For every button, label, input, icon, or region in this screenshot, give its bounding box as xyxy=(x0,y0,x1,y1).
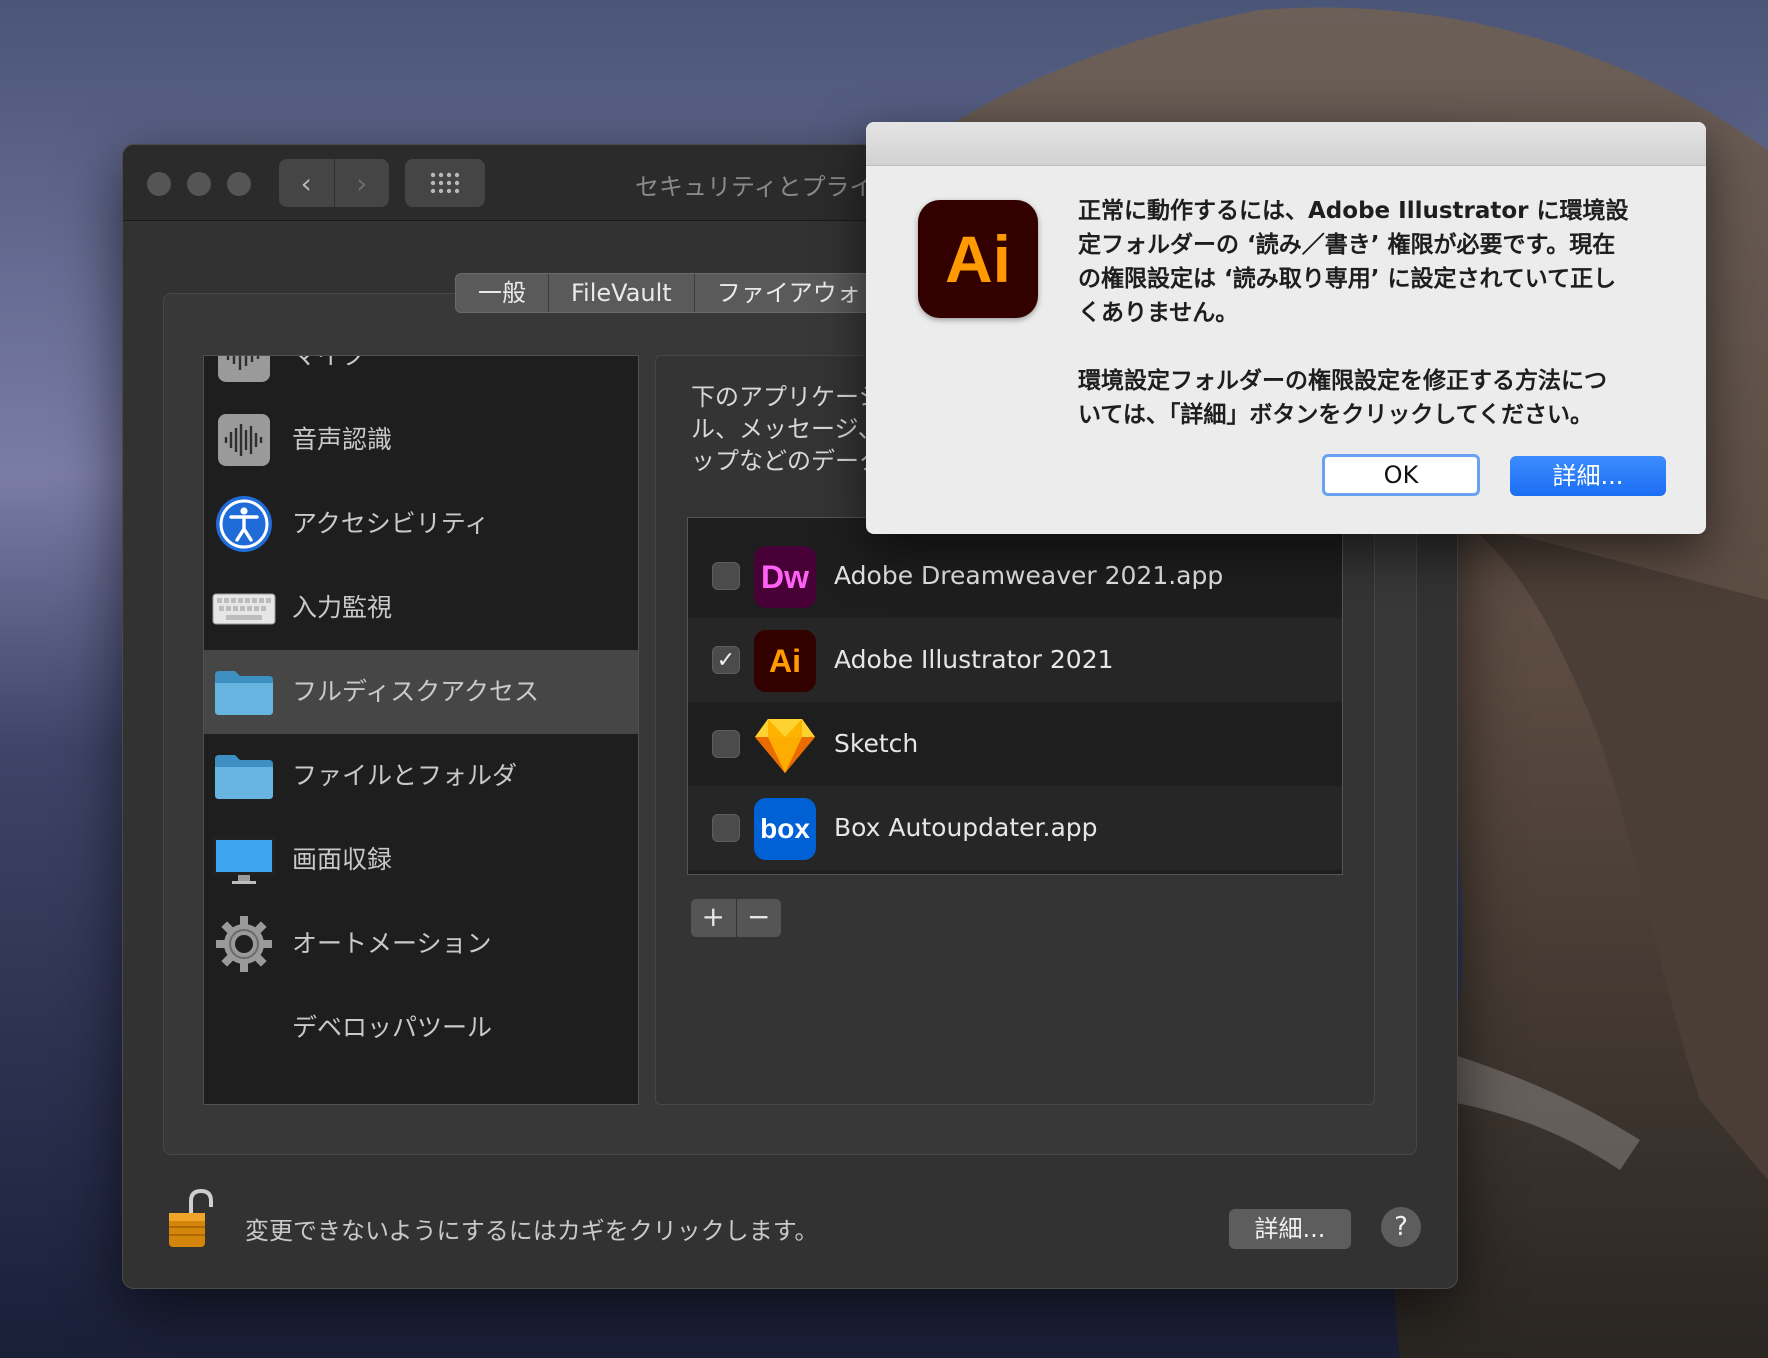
category-label: 画面収録 xyxy=(292,845,393,874)
category-label: オートメーション xyxy=(292,929,492,958)
folder-icon xyxy=(212,662,276,722)
category-item-automation[interactable]: オートメーション xyxy=(204,902,638,986)
minimize-window-button[interactable] xyxy=(187,172,211,196)
app-name: Sketch xyxy=(834,729,919,758)
back-button[interactable]: ‹ xyxy=(279,159,334,207)
alert-message: 正常に動作するには、Adobe Illustrator に環境設 定フォルダーの… xyxy=(1078,198,1629,428)
forward-button[interactable]: › xyxy=(333,159,390,207)
chevron-right-icon: › xyxy=(356,166,368,200)
dreamweaver-icon: Dw xyxy=(754,546,816,608)
remove-app-button[interactable]: − xyxy=(735,899,782,937)
help-button[interactable]: ? xyxy=(1381,1207,1421,1247)
alert-titlebar xyxy=(866,122,1706,166)
illustrator-icon: Ai xyxy=(754,630,816,692)
category-item-files-and-folders[interactable]: ファイルとフォルダ xyxy=(204,734,638,818)
tab-filevault[interactable]: FileVault xyxy=(548,274,694,312)
category-item-developer-tools[interactable]: デベロッパツール xyxy=(204,986,638,1070)
app-row[interactable]: Dw Adobe Dreamweaver 2021.app xyxy=(688,534,1342,618)
illustrator-icon: Ai xyxy=(918,200,1038,318)
app-row[interactable]: Sketch xyxy=(688,702,1342,786)
category-label: 入力監視 xyxy=(292,593,393,622)
close-window-button[interactable] xyxy=(147,172,171,196)
add-app-button[interactable]: + xyxy=(691,899,736,937)
alert-dialog: Ai 正常に動作するには、Adobe Illustrator に環境設 定フォル… xyxy=(866,122,1706,534)
sketch-diamond-icon xyxy=(754,714,816,776)
tab-firewall[interactable]: ファイアウォ xyxy=(693,274,883,312)
nav-button-group: ‹ › xyxy=(279,159,389,207)
category-item-microphone[interactable]: マイク xyxy=(204,355,638,398)
display-icon xyxy=(212,830,276,890)
unlocked-padlock-icon[interactable] xyxy=(167,1187,217,1249)
advanced-button[interactable]: 詳細... xyxy=(1229,1209,1351,1249)
category-item-screen-recording[interactable]: 画面収録 xyxy=(204,818,638,902)
zoom-window-button[interactable] xyxy=(227,172,251,196)
app-permission-checkbox[interactable] xyxy=(712,730,740,758)
category-item-full-disk-access[interactable]: フルディスクアクセス xyxy=(204,650,638,734)
show-all-button[interactable] xyxy=(405,159,485,207)
app-name: Box Autoupdater.app xyxy=(834,813,1098,842)
app-permission-checkbox[interactable] xyxy=(712,814,740,842)
app-name: Adobe Dreamweaver 2021.app xyxy=(834,561,1224,590)
app-row[interactable]: ✓ Ai Adobe Illustrator 2021 xyxy=(688,618,1342,702)
app-row[interactable]: box Box Autoupdater.app xyxy=(688,786,1342,870)
category-item-input-monitoring[interactable]: 入力監視 xyxy=(204,566,638,650)
category-item-speech-recognition[interactable]: 音声認識 xyxy=(204,398,638,482)
category-label: マイク xyxy=(292,355,367,370)
lock-instruction: 変更できないようにするにはカギをクリックします。 xyxy=(245,1217,819,1245)
app-name: Adobe Illustrator 2021 xyxy=(834,645,1114,674)
details-button[interactable]: 詳細... xyxy=(1510,456,1666,496)
speech-recognition-icon xyxy=(212,410,276,470)
microphone-icon xyxy=(212,356,276,386)
folder-icon xyxy=(212,746,276,806)
privacy-category-list[interactable]: マイク 音声認識 アクセシビリティ 入力監視 フルディスクアクセス ファイルとフ… xyxy=(203,355,639,1105)
window-title: セキュリティとプライ xyxy=(635,173,874,201)
keyboard-icon xyxy=(212,578,276,638)
tab-general[interactable]: 一般 xyxy=(456,274,548,312)
tab-bar: 一般 FileVault ファイアウォ xyxy=(455,273,884,313)
chevron-left-icon: ‹ xyxy=(300,166,312,200)
grid-icon xyxy=(430,172,460,194)
gear-icon xyxy=(212,914,276,974)
category-label: 音声認識 xyxy=(292,425,393,454)
category-label: デベロッパツール xyxy=(292,1013,493,1042)
ok-button[interactable]: OK xyxy=(1322,454,1480,496)
app-permission-list[interactable]: Dw Adobe Dreamweaver 2021.app ✓ Ai Adobe… xyxy=(687,517,1343,875)
category-item-accessibility[interactable]: アクセシビリティ xyxy=(204,482,638,566)
category-label: アクセシビリティ xyxy=(292,509,490,538)
box-icon: box xyxy=(754,798,816,860)
add-remove-control: + − xyxy=(691,899,781,937)
category-label: ファイルとフォルダ xyxy=(292,761,518,790)
app-permission-checkbox[interactable]: ✓ xyxy=(712,646,740,674)
accessibility-icon xyxy=(212,494,276,554)
checkmark-icon: ✓ xyxy=(716,647,736,673)
app-permission-checkbox[interactable] xyxy=(712,562,740,590)
category-label: フルディスクアクセス xyxy=(292,677,540,706)
